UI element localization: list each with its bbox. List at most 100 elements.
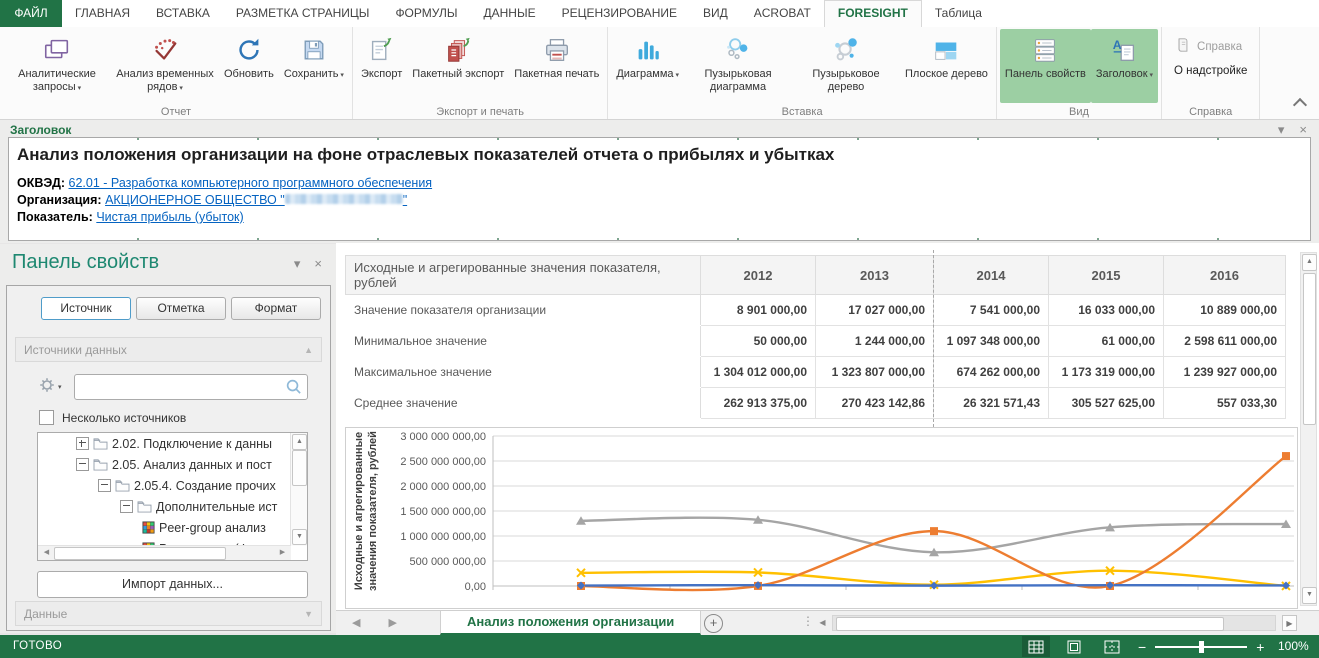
vertical-scroll-thumb[interactable] <box>1303 273 1316 425</box>
table-year-header[interactable]: 2014 <box>934 256 1049 295</box>
horizontal-scrollbar[interactable] <box>832 615 1276 631</box>
table-cell[interactable]: 262 913 375,00 <box>701 388 816 419</box>
collapse-icon[interactable] <box>76 458 89 471</box>
vertical-scrollbar[interactable]: ▲ ▼ <box>1300 252 1317 606</box>
ribbon-button[interactable]: О надстройке <box>1169 63 1252 79</box>
ribbon-button[interactable]: Обновить <box>219 29 279 103</box>
tree-scroll-up-icon[interactable]: ▲ <box>292 434 307 450</box>
table-cell[interactable]: 61 000,00 <box>1049 326 1164 357</box>
table-row-label[interactable]: Минимальное значение <box>346 326 701 357</box>
zoom-in-icon[interactable]: + <box>1256 642 1264 652</box>
table-row-label[interactable]: Среднее значение <box>346 388 701 419</box>
table-cell[interactable]: 1 239 927 000,00 <box>1164 357 1286 388</box>
zoom-slider-thumb[interactable] <box>1199 641 1204 653</box>
ribbon-button[interactable]: AЗаголовок ▾ <box>1091 29 1158 103</box>
sheet-nav-left-icon[interactable]: ◀ <box>352 616 360 629</box>
ribbon-tab-вставка[interactable]: ВСТАВКА <box>143 0 223 27</box>
chart[interactable]: 0,00500 000 000,001 000 000 000,001 500 … <box>345 427 1298 609</box>
ribbon-tab-главная[interactable]: ГЛАВНАЯ <box>62 0 143 27</box>
expand-icon[interactable] <box>76 437 89 450</box>
table-cell[interactable]: 1 304 012 000,00 <box>701 357 816 388</box>
table-cell[interactable]: 557 033,30 <box>1164 388 1286 419</box>
zoom-out-icon[interactable]: − <box>1138 642 1146 652</box>
table-cell[interactable]: 1 173 319 000,00 <box>1049 357 1164 388</box>
ribbon-button[interactable]: Сохранить ▾ <box>279 29 349 103</box>
ribbon-button[interactable]: Пузырьковая диаграмма <box>684 29 792 103</box>
ribbon-button[interactable]: Панель свойств <box>1000 29 1091 103</box>
table-cell[interactable]: 8 901 000,00 <box>701 295 816 326</box>
data-section-header[interactable]: Данные▼ <box>15 601 322 626</box>
source-settings-button[interactable]: ▾ <box>39 377 62 398</box>
normal-view-button[interactable] <box>1022 636 1050 657</box>
hscroll-left-icon[interactable]: ◀ <box>815 615 830 631</box>
table-cell[interactable]: 16 033 000,00 <box>1049 295 1164 326</box>
table-year-header[interactable]: 2016 <box>1164 256 1286 295</box>
ribbon-tab-таблица[interactable]: Таблица <box>922 0 995 27</box>
horizontal-scroll-thumb[interactable] <box>836 617 1224 631</box>
tree-hscroll-thumb[interactable] <box>54 547 226 560</box>
ribbon-tab-данные[interactable]: ДАННЫЕ <box>470 0 548 27</box>
zoom-slider[interactable] <box>1155 646 1247 648</box>
table-row-label[interactable]: Максимальное значение <box>346 357 701 388</box>
table-cell[interactable]: 7 541 000,00 <box>934 295 1049 326</box>
tree-item[interactable]: 2.05. Анализ данных и пост <box>38 454 307 475</box>
table-cell[interactable]: 270 423 142,86 <box>816 388 934 419</box>
header-field-link[interactable]: Чистая прибыль (убыток) <box>96 210 243 224</box>
ribbon-tab-разметка-страницы[interactable]: РАЗМЕТКА СТРАНИЦЫ <box>223 0 383 27</box>
search-input[interactable] <box>75 375 307 399</box>
table-year-header[interactable]: 2013 <box>816 256 934 295</box>
table-cell[interactable]: 2 598 611 000,00 <box>1164 326 1286 357</box>
table-cell[interactable]: 674 262 000,00 <box>934 357 1049 388</box>
tree-scroll-thumb[interactable] <box>292 450 307 486</box>
multiple-sources-checkbox[interactable] <box>39 410 54 425</box>
table-cell[interactable]: 50 000,00 <box>701 326 816 357</box>
hscroll-right-icon[interactable]: ▶ <box>1282 615 1297 631</box>
tree-vertical-scrollbar[interactable]: ▲ ▼ <box>290 433 307 546</box>
table-cell[interactable]: 1 097 348 000,00 <box>934 326 1049 357</box>
tree-item[interactable]: Peer-group анализ <box>38 517 307 538</box>
sheet-tab-active[interactable]: Анализ положения организации <box>440 611 701 635</box>
tree-scroll-left-icon[interactable]: ◀ <box>40 547 53 558</box>
ribbon-button[interactable]: Пакетный экспорт <box>407 29 509 103</box>
ribbon-button[interactable]: Пузырьковое дерево <box>792 29 900 103</box>
properties-panel-collapse-icon[interactable]: ▾ <box>294 256 301 272</box>
properties-tab-отметка[interactable]: Отметка <box>136 297 226 320</box>
ribbon-button[interactable]: Диаграмма ▾ <box>611 29 684 103</box>
tree-item[interactable]: 2.05.4. Создание прочих <box>38 475 307 496</box>
tree-scroll-down-icon[interactable]: ▼ <box>292 529 307 545</box>
file-tab[interactable]: ФАЙЛ <box>0 0 62 27</box>
header-field-link[interactable]: АКЦИОНЕРНОЕ ОБЩЕСТВО "" <box>105 193 407 207</box>
ribbon-tab-рецензирование[interactable]: РЕЦЕНЗИРОВАНИЕ <box>549 0 690 27</box>
table-cell[interactable]: 26 321 571,43 <box>934 388 1049 419</box>
properties-tab-формат[interactable]: Формат <box>231 297 321 320</box>
sheet-nav-right-icon[interactable]: ▶ <box>388 616 396 629</box>
table-cell[interactable]: 10 889 000,00 <box>1164 295 1286 326</box>
table-year-header[interactable]: 2015 <box>1049 256 1164 295</box>
table-cell[interactable]: 1 244 000,00 <box>816 326 934 357</box>
add-sheet-icon[interactable]: + <box>704 614 723 633</box>
tree-item[interactable]: Дополнительные ист <box>38 496 307 517</box>
tree-horizontal-scrollbar[interactable]: ◀ ▶ <box>38 545 291 560</box>
tree-item[interactable]: 2.02. Подключение к данны <box>38 433 307 454</box>
collapse-icon[interactable] <box>98 479 111 492</box>
header-panel-collapse-icon[interactable]: ▾ <box>1278 122 1285 138</box>
ribbon-button[interactable]: Пакетная печать <box>509 29 604 103</box>
sheet-tabs-overflow-icon[interactable]: ⋮ <box>802 614 814 628</box>
import-data-button[interactable]: Импорт данных... <box>37 571 308 598</box>
ribbon-tab-вид[interactable]: ВИД <box>690 0 741 27</box>
table-cell[interactable]: 305 527 625,00 <box>1049 388 1164 419</box>
properties-panel-close-icon[interactable]: × <box>314 256 322 272</box>
page-break-view-button[interactable] <box>1098 636 1126 657</box>
zoom-level[interactable]: 100% <box>1278 639 1309 653</box>
header-field-link[interactable]: 62.01 - Разработка компьютерного програм… <box>69 176 433 190</box>
sources-section-header[interactable]: Источники данных▲ <box>15 337 322 362</box>
scroll-down-icon[interactable]: ▼ <box>1302 587 1317 604</box>
ribbon-button[interactable]: Анализ временных рядов ▾ <box>111 29 219 103</box>
table-cell[interactable]: 17 027 000,00 <box>816 295 934 326</box>
ribbon-button[interactable]: Справка <box>1169 34 1252 59</box>
properties-tab-источник[interactable]: Источник <box>41 297 131 320</box>
scroll-up-icon[interactable]: ▲ <box>1302 254 1317 271</box>
header-panel-close-icon[interactable]: × <box>1299 122 1307 138</box>
ribbon-button[interactable]: Аналитические запросы ▾ <box>3 29 111 103</box>
page-layout-view-button[interactable] <box>1060 636 1088 657</box>
